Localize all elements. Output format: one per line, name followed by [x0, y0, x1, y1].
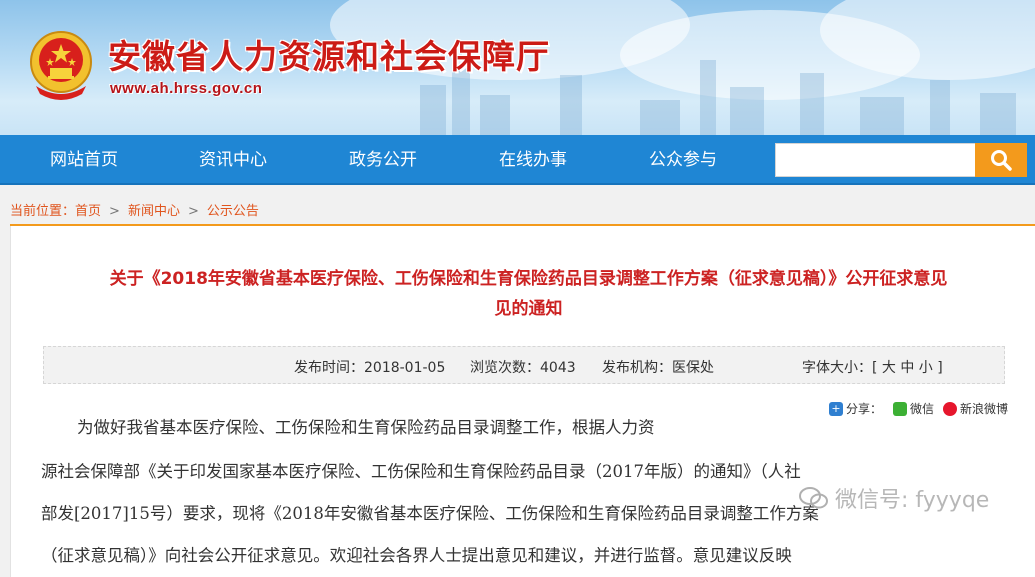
nav-item-gov-affairs[interactable]: 政务公开: [349, 135, 417, 185]
breadcrumb-announcements[interactable]: 公示公告: [207, 204, 259, 219]
font-size-control[interactable]: 字体大小：[ 大 中 小 ]: [802, 357, 943, 377]
nav-item-home[interactable]: 网站首页: [50, 135, 118, 185]
wechat-watermark: 微信号: fyyyqe: [799, 482, 989, 514]
publisher: 发布机构：医保处: [602, 360, 714, 376]
breadcrumb-news-center[interactable]: 新闻中心: [128, 204, 180, 219]
wechat-icon[interactable]: [893, 401, 908, 416]
view-count: 浏览次数：4043: [470, 360, 576, 376]
wechat-watermark-icon: [799, 487, 828, 509]
article-panel: 关于《2018年安徽省基本医疗保险、工伤保险和生育保险药品目录调整工作方案（征求…: [10, 226, 1035, 577]
search-icon: [991, 150, 1012, 171]
nav-item-public-participation[interactable]: 公众参与: [649, 135, 717, 185]
share-wechat[interactable]: 微信: [910, 400, 934, 417]
article-paragraph-line: 源社会保障部《关于印发国家基本医疗保险、工伤保险和生育保险药品目录（2017年版…: [41, 462, 801, 481]
breadcrumb-separator: >: [109, 204, 120, 219]
share-label: 分享：: [846, 402, 883, 416]
breadcrumb-home[interactable]: 首页: [75, 204, 101, 219]
header-banner: 安徽省人力资源和社会保障厅 www.ah.hrss.gov.cn: [0, 0, 1035, 135]
breadcrumb-separator: >: [187, 204, 199, 219]
breadcrumb-prefix: 当前位置：: [10, 204, 76, 219]
national-emblem-icon[interactable]: [26, 28, 96, 102]
nav-item-news[interactable]: 资讯中心: [199, 135, 267, 185]
breadcrumb: 当前位置：首页 > 新闻中心 > 公示公告: [10, 200, 259, 222]
weibo-icon[interactable]: [943, 401, 958, 416]
site-url: www.ah.hrss.gov.cn: [110, 80, 263, 97]
share-weibo[interactable]: 新浪微博: [960, 400, 1008, 417]
article-paragraph-line: 部发[2017]15号）要求，现将《2018年安徽省基本医疗保险、工伤保险和生育…: [41, 504, 819, 523]
nav-item-online-services[interactable]: 在线办事: [499, 135, 567, 185]
publish-time: 发布时间：2018-01-05: [294, 360, 446, 376]
share-bar: + 分享： 微信 新浪微博: [829, 400, 1008, 417]
article-title-line-2: 见的通知: [494, 299, 563, 319]
watermark-text: 微信号: fyyyqe: [835, 488, 990, 513]
search-button[interactable]: [975, 143, 1027, 177]
search-input[interactable]: [775, 143, 976, 177]
article-paragraph-line: 为做好我省基本医疗保险、工伤保险和生育保险药品目录调整工作，根据人力资: [77, 418, 655, 437]
site-title[interactable]: 安徽省人力资源和社会保障厅: [108, 30, 550, 78]
article-title-line-1: 关于《2018年安徽省基本医疗保险、工伤保险和生育保险药品目录调整工作方案（征求…: [109, 269, 948, 289]
article-meta-bar: 发布时间：2018-01-05 浏览次数：4043 发布机构：医保处 字体大小：…: [43, 346, 1005, 384]
share-plus-icon[interactable]: +: [829, 401, 843, 416]
article-title: 关于《2018年安徽省基本医疗保险、工伤保险和生育保险药品目录调整工作方案（征求…: [41, 264, 1016, 324]
article-paragraph-line: （征求意见稿）》向社会公开征求意见。欢迎社会各界人士提出意见和建议，并进行监督。…: [41, 546, 792, 565]
